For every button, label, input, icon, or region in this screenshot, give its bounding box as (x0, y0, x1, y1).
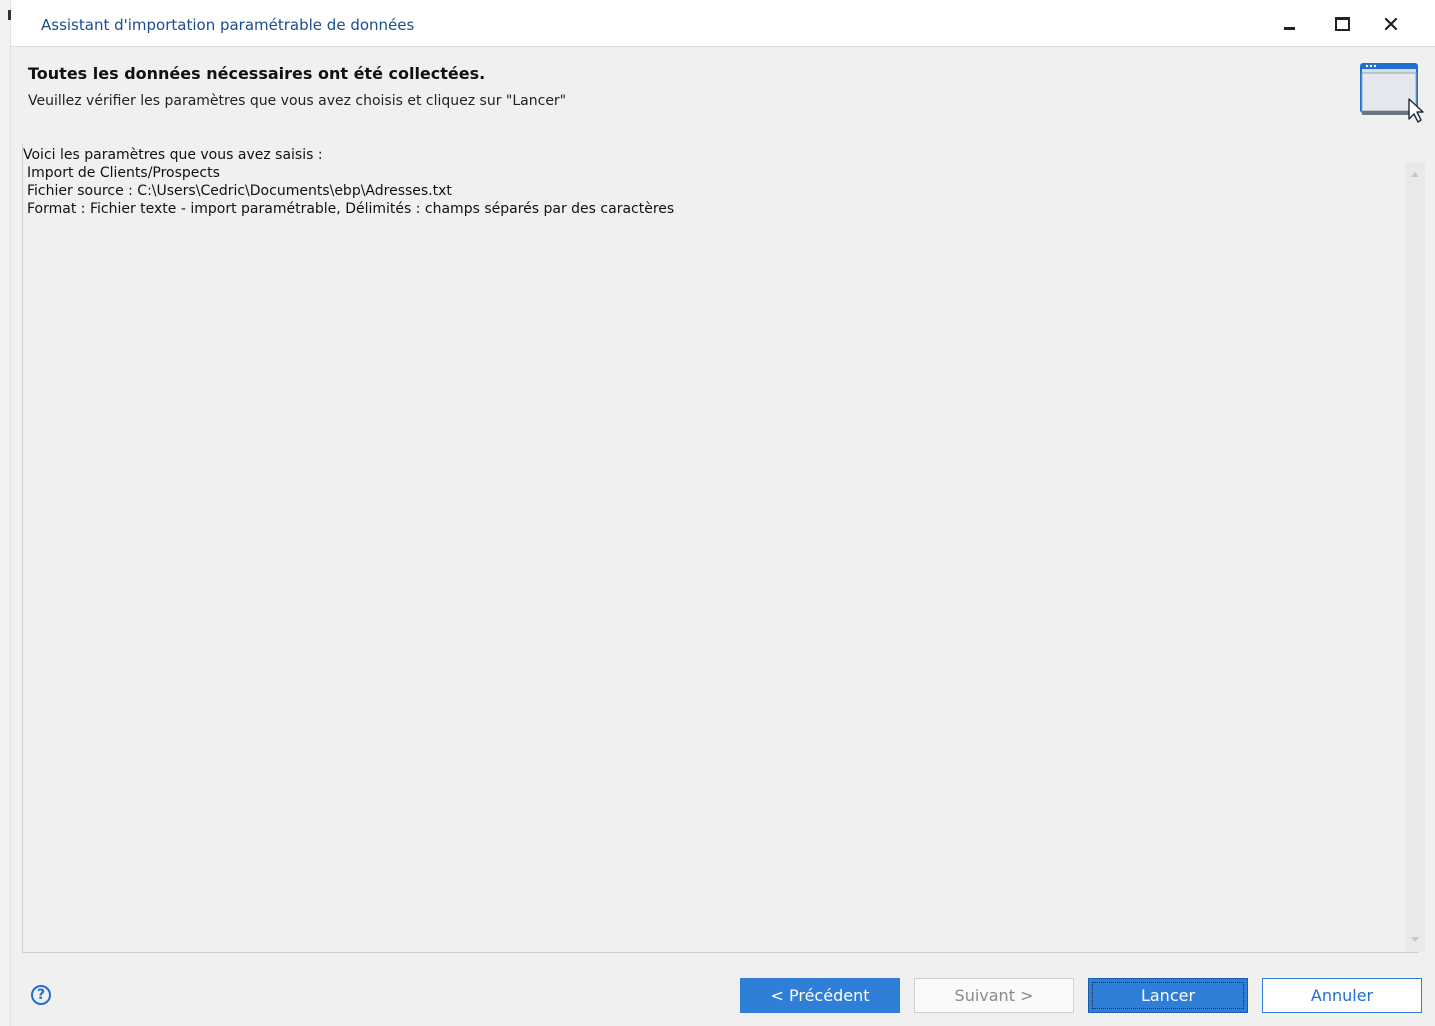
window-title: Assistant d'importation paramétrable de … (41, 16, 415, 34)
close-icon (1384, 17, 1398, 31)
parameters-summary: Voici les paramètres que vous avez saisi… (22, 144, 1419, 953)
wizard-content: Toutes les données nécessaires ont été c… (11, 47, 1435, 1026)
title-bar: Assistant d'importation paramétrable de … (11, 0, 1435, 47)
summary-format: Format : Fichier texte - import paramétr… (27, 201, 675, 217)
cancel-button[interactable]: Annuler (1262, 978, 1422, 1013)
help-icon[interactable]: ? (31, 985, 51, 1005)
focus-outline (1092, 982, 1244, 1009)
previous-button[interactable]: < Précédent (740, 978, 900, 1013)
wizard-window-cursor-icon (1360, 63, 1424, 123)
scroll-up-arrow-icon[interactable] (1411, 172, 1419, 177)
summary-intro: Voici les paramètres que vous avez saisi… (23, 147, 323, 163)
wizard-instructions: Veuillez vérifier les paramètres que vou… (28, 93, 567, 109)
minimize-icon (1283, 26, 1295, 30)
summary-source-file: Fichier source : C:\Users\Cedric\Documen… (27, 183, 452, 199)
maximize-button[interactable] (1322, 8, 1362, 40)
left-window-edge (0, 0, 11, 1026)
scroll-down-arrow-icon[interactable] (1411, 937, 1419, 942)
next-button[interactable]: Suivant > (914, 978, 1074, 1013)
close-button[interactable] (1371, 8, 1411, 40)
summary-scrollbar[interactable] (1405, 162, 1425, 952)
launch-button[interactable]: Lancer (1088, 978, 1248, 1013)
summary-import-type: Import de Clients/Prospects (27, 165, 220, 181)
maximize-icon (1334, 17, 1350, 31)
minimize-button[interactable] (1269, 8, 1309, 40)
wizard-heading: Toutes les données nécessaires ont été c… (28, 64, 486, 83)
